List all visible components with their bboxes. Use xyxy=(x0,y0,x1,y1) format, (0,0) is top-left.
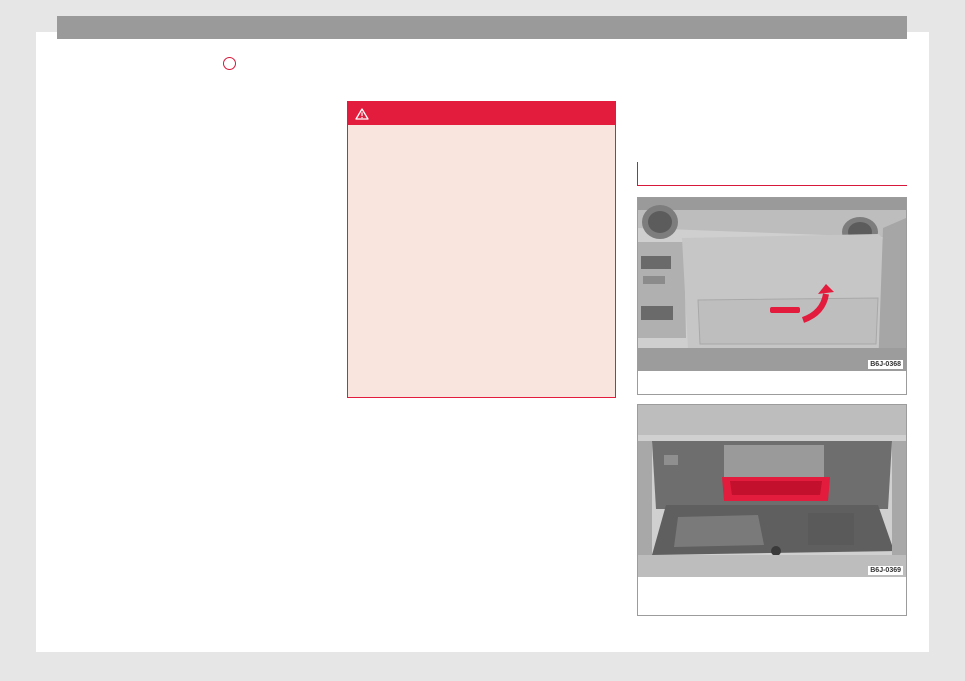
warning-header xyxy=(348,102,615,125)
section-heading-rule xyxy=(637,162,907,186)
circle-marker-icon xyxy=(223,57,236,70)
figure-glove-box-interior: B6J-0369 xyxy=(637,404,907,616)
warning-box xyxy=(347,101,616,398)
figure-image: B6J-0369 xyxy=(638,405,906,577)
warning-triangle-icon xyxy=(355,107,369,120)
figure-image: B6J-0368 xyxy=(638,198,906,371)
glove-box-illustration xyxy=(638,405,906,577)
figure-caption xyxy=(638,371,906,377)
figure-code: B6J-0368 xyxy=(868,360,903,369)
figure-code: B6J-0369 xyxy=(868,566,903,575)
figure-caption xyxy=(638,577,906,583)
page-header-bar xyxy=(57,16,907,39)
figure-glove-box-open: B6J-0368 xyxy=(637,197,907,395)
dashboard-illustration xyxy=(638,198,906,371)
